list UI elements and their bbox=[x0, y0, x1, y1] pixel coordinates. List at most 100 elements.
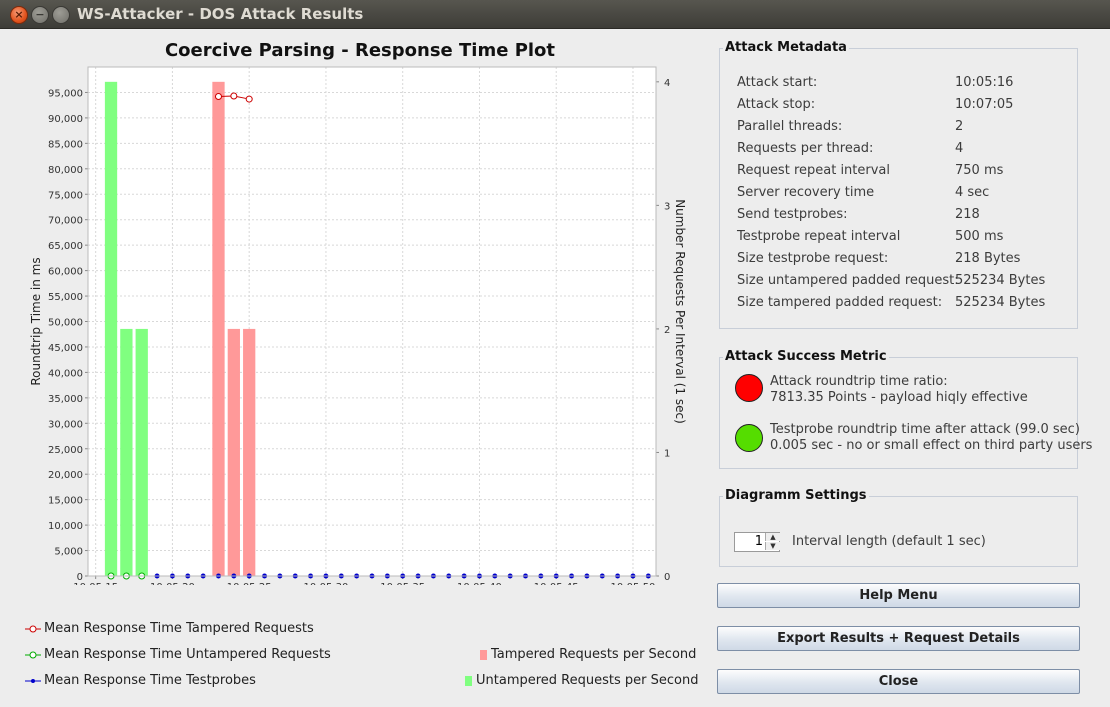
metadata-value: 525234 Bytes bbox=[955, 295, 1046, 310]
y-tick-label: 95,000 bbox=[48, 88, 83, 99]
y-tick-label: 30,000 bbox=[48, 419, 83, 430]
y-tick-label: 50,000 bbox=[48, 318, 83, 329]
close-button[interactable]: Close bbox=[717, 669, 1080, 694]
export-results-button[interactable]: Export Results + Request Details bbox=[717, 626, 1080, 651]
y-tick-label: 35,000 bbox=[48, 394, 83, 405]
legend-untampered-bars: Untampered Requests per Second bbox=[465, 673, 698, 688]
metadata-value: 218 Bytes bbox=[955, 251, 1021, 266]
x-tick-label: 10:05:40 bbox=[457, 582, 502, 585]
y-tick-label: 80,000 bbox=[48, 165, 83, 176]
dos-results-window: × − WS-Attacker - DOS Attack Results Coe… bbox=[0, 0, 1110, 707]
interval-input[interactable] bbox=[735, 533, 765, 549]
y-tick-label: 65,000 bbox=[48, 241, 83, 252]
metadata-label: Attack stop: bbox=[737, 97, 816, 112]
metadata-label: Size tampered padded request: bbox=[737, 295, 943, 310]
y-tick-label: 90,000 bbox=[48, 114, 83, 125]
tampered-point bbox=[245, 95, 253, 103]
metadata-value: 4 sec bbox=[955, 185, 990, 200]
metadata-value: 4 bbox=[955, 141, 964, 156]
metadata-label: Size testprobe request: bbox=[737, 251, 889, 266]
response-time-chart: 0 5,000 10,000 15,000 20,000 25,000 30,000 35,0… bbox=[29, 66, 687, 585]
y-tick-label: 40,000 bbox=[48, 368, 83, 379]
metadata-label: Size untampered padded request: bbox=[737, 273, 959, 288]
y-tick-label: 10,000 bbox=[48, 521, 83, 532]
legend-testprobes-line-label: Mean Response Time Testprobes bbox=[44, 673, 256, 688]
y2-tick-label: 0 bbox=[664, 572, 670, 583]
testprobe-indicator bbox=[735, 424, 763, 452]
attack-metadata-title: Attack Metadata bbox=[723, 40, 849, 55]
legend-tampered-bars: Tampered Requests per Second bbox=[480, 647, 696, 662]
legend-untampered-line: Mean Response Time Untampered Requests bbox=[25, 647, 331, 662]
roundtrip-ratio-line2: 7813.35 Points - payload hiqly effective bbox=[770, 390, 1028, 405]
x-tick-label: 10:05:30 bbox=[303, 582, 348, 585]
metadata-value: 218 bbox=[955, 207, 980, 222]
interval-spinner[interactable]: ▲ ▼ bbox=[734, 532, 780, 552]
untampered-bar bbox=[120, 328, 133, 576]
testprobe-line2: 0.005 sec - no or small effect on third … bbox=[770, 438, 1093, 453]
attack-success-title: Attack Success Metric bbox=[723, 349, 889, 364]
spin-up-arrow-icon[interactable]: ▲ bbox=[765, 533, 780, 541]
legend-untampered-bars-label: Untampered Requests per Second bbox=[476, 673, 699, 688]
tampered-bar bbox=[212, 81, 225, 576]
spin-down-arrow-icon[interactable]: ▼ bbox=[765, 542, 780, 550]
y-tick-label: 60,000 bbox=[48, 267, 83, 278]
y2-tick-label: 3 bbox=[664, 201, 670, 212]
testprobe-line1: Testprobe roundtrip time after attack (9… bbox=[770, 422, 1080, 437]
x-tick-label: 10:05:15 bbox=[73, 582, 118, 585]
metadata-label: Request repeat interval bbox=[737, 163, 891, 178]
metadata-label: Attack start: bbox=[737, 75, 818, 90]
metadata-value: 10:07:05 bbox=[955, 97, 1014, 112]
y-tick-label: 70,000 bbox=[48, 216, 83, 227]
x-tick-label: 10:05:50 bbox=[611, 582, 656, 585]
legend-untampered-line-label: Mean Response Time Untampered Requests bbox=[44, 647, 331, 662]
legend-testprobes-line: Mean Response Time Testprobes bbox=[25, 673, 256, 688]
x-tick-label: 10:05:20 bbox=[150, 582, 195, 585]
y2-tick-label: 1 bbox=[664, 448, 670, 459]
y2-tick-label: 2 bbox=[664, 325, 670, 336]
legend-untampered-line-marker bbox=[25, 651, 41, 658]
metadata-label: Parallel threads: bbox=[737, 119, 843, 134]
tampered-point bbox=[230, 92, 238, 100]
metadata-value: 525234 Bytes bbox=[955, 273, 1046, 288]
y-tick-label: 20,000 bbox=[48, 470, 83, 481]
metadata-value: 2 bbox=[955, 119, 964, 134]
y2-tick-label: 4 bbox=[664, 78, 670, 89]
y-tick-label: 85,000 bbox=[48, 139, 83, 150]
metadata-label: Testprobe repeat interval bbox=[737, 229, 901, 244]
legend-tampered-bars-swatch bbox=[480, 649, 487, 660]
x-tick-label: 10:05:25 bbox=[227, 582, 272, 585]
y2-axis-label: Number Requests Per Interval (1 sec) bbox=[673, 199, 687, 424]
legend-tampered-line-label: Mean Response Time Tampered Requests bbox=[44, 621, 314, 636]
metadata-label: Send testprobes: bbox=[737, 207, 848, 222]
y-tick-label: 15,000 bbox=[48, 496, 83, 507]
x-tick-label: 10:05:45 bbox=[534, 582, 579, 585]
tampered-point bbox=[214, 93, 222, 101]
testprobe-text: Testprobe roundtrip time after attack (9… bbox=[770, 422, 1092, 454]
y-tick-label: 5,000 bbox=[54, 547, 83, 558]
legend-tampered-bars-label: Tampered Requests per Second bbox=[491, 647, 697, 662]
x-tick-label: 10:05:35 bbox=[380, 582, 425, 585]
y-tick-label: 55,000 bbox=[48, 292, 83, 303]
diagram-settings-title: Diagramm Settings bbox=[723, 488, 869, 503]
legend-untampered-bars-swatch bbox=[465, 675, 472, 686]
help-menu-button[interactable]: Help Menu bbox=[717, 583, 1080, 608]
y-tick-label: 75,000 bbox=[48, 190, 83, 201]
roundtrip-ratio-line1: Attack roundtrip time ratio: bbox=[770, 374, 948, 389]
roundtrip-ratio-indicator bbox=[735, 374, 763, 402]
interval-label: Interval length (default 1 sec) bbox=[792, 534, 986, 549]
metadata-label: Requests per thread: bbox=[737, 141, 874, 156]
roundtrip-ratio-text: Attack roundtrip time ratio: 7813.35 Poi… bbox=[770, 374, 1028, 406]
metadata-value: 500 ms bbox=[955, 229, 1004, 244]
legend-tampered-line: Mean Response Time Tampered Requests bbox=[25, 621, 314, 636]
y-tick-label: 25,000 bbox=[48, 445, 83, 456]
untampered-bar bbox=[135, 328, 148, 576]
legend-testprobes-line-marker bbox=[25, 678, 41, 683]
y-tick-label: 45,000 bbox=[48, 343, 83, 354]
tampered-bar bbox=[243, 328, 256, 576]
metadata-label: Server recovery time bbox=[737, 185, 875, 200]
tampered-bar bbox=[227, 328, 240, 576]
untampered-bar bbox=[104, 81, 118, 576]
metadata-value: 750 ms bbox=[955, 163, 1004, 178]
y-axis-label: Roundtrip Time in ms bbox=[29, 257, 43, 385]
legend-tampered-line-marker bbox=[25, 625, 41, 632]
